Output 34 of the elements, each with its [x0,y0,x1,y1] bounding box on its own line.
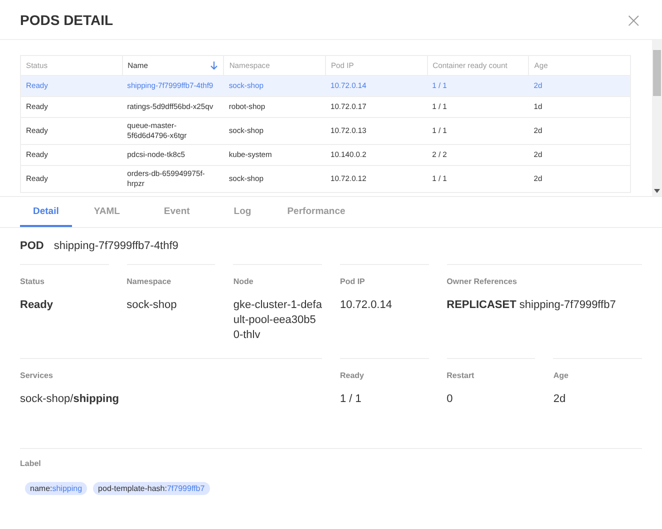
pod-kind-label: POD [20,240,44,252]
field-value: sock-shop [126,298,178,313]
label-tag: name:shipping [25,482,88,495]
tab[interactable]: YAML [72,197,142,227]
field-value: REPLICASET shipping-7f7999ffb7 [446,298,617,313]
field-label: Owner References [446,277,518,286]
field-label: Age [553,371,570,380]
scroll-thumb[interactable] [653,50,661,96]
field-label: Status [20,277,46,286]
field-label: Pod IP [340,277,366,286]
field-value: gke-cluster-1-default-pool-eea30b50-thlv [233,298,322,343]
sort-arrow-icon [210,61,218,70]
field-value: 0 [446,392,454,407]
tab[interactable]: Event [142,197,212,227]
dialog-title: PODS DETAIL [20,12,114,28]
scroll-down-icon[interactable] [654,189,660,193]
label-tag: pod-template-hash:7f7999ffb7 [93,482,210,495]
field-label: Namespace [126,277,172,286]
close-button[interactable]: × [625,10,642,30]
scrollbar[interactable] [652,40,662,196]
field-value: 1 / 1 [340,392,362,407]
field-value: sock-shop/shipping [20,392,120,407]
field-label: Node [233,277,254,286]
tab[interactable]: Performance [273,197,360,227]
field-label: Restart [446,371,476,380]
field-value: 10.72.0.14 [340,298,393,313]
pod-name: shipping-7f7999ffb7-4thf9 [54,240,178,252]
tab[interactable]: Log [212,197,274,227]
field-label: Services [20,371,54,380]
field-value: 2d [553,392,567,407]
section-label: Label [20,459,42,468]
tab[interactable]: Detail [20,197,72,227]
field-value: Ready [20,298,54,313]
field-label: Ready [340,371,365,380]
